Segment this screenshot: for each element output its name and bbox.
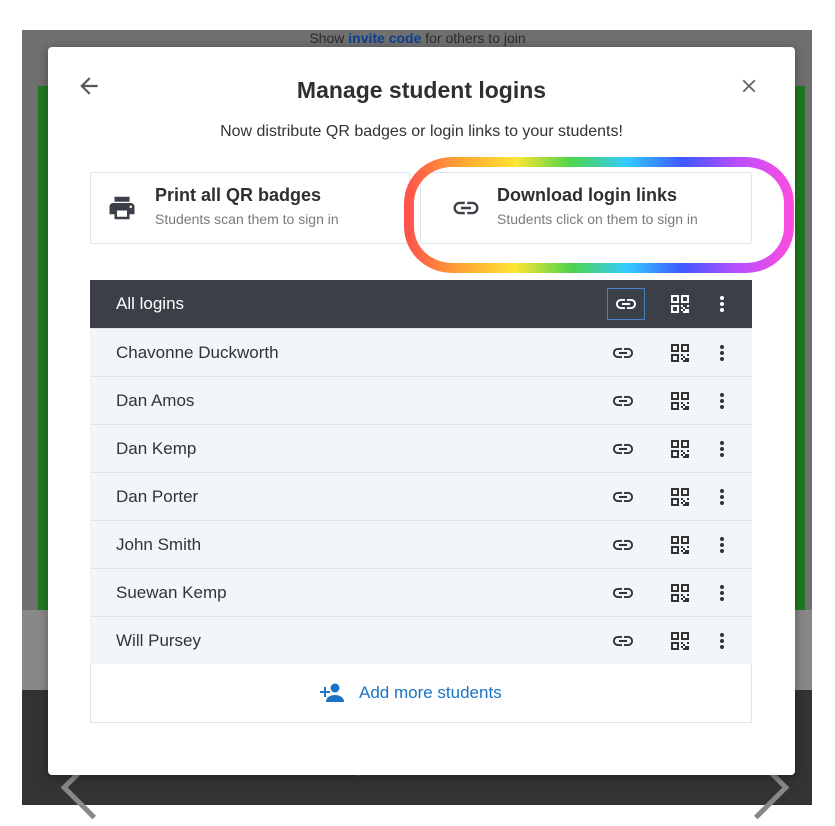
table-row: Dan Amos — [90, 376, 752, 424]
background-green-bar — [38, 86, 48, 658]
row-link-icon[interactable] — [610, 485, 636, 509]
student-name: Chavonne Duckworth — [116, 343, 279, 362]
row-qr-code-icon[interactable] — [668, 581, 692, 605]
table-row: Dan Porter — [90, 472, 752, 520]
student-name: Dan Kemp — [116, 439, 197, 458]
table-row: Will Pursey — [90, 616, 752, 664]
row-more-icon[interactable] — [714, 485, 730, 509]
header-qr-code-icon[interactable] — [668, 292, 692, 316]
row-more-icon[interactable] — [714, 437, 730, 461]
table-header-row: All logins — [90, 280, 752, 328]
download-login-links-button[interactable]: Download login links Students click on t… — [420, 172, 752, 244]
background-top — [0, 0, 835, 30]
row-link-icon[interactable] — [610, 581, 636, 605]
table-row: John Smith — [90, 520, 752, 568]
table-row: Dan Kemp — [90, 424, 752, 472]
link-icon — [449, 193, 479, 223]
add-more-students-label: Add more students — [359, 683, 502, 702]
invite-hint-prefix: Show — [309, 30, 349, 46]
invite-code-link[interactable]: invite code — [348, 30, 421, 46]
table-row: Chavonne Duckworth — [90, 328, 752, 376]
header-more-icon[interactable] — [714, 292, 730, 316]
background-green-bar — [795, 86, 805, 658]
printer-icon — [107, 193, 137, 223]
row-link-icon[interactable] — [610, 629, 636, 653]
student-name: Dan Amos — [116, 391, 195, 410]
print-qr-badges-button[interactable]: Print all QR badges Students scan them t… — [90, 172, 410, 244]
row-more-icon[interactable] — [714, 629, 730, 653]
row-more-icon[interactable] — [714, 389, 730, 413]
row-qr-code-icon[interactable] — [668, 389, 692, 413]
add-more-students-button[interactable]: Add more students — [90, 664, 752, 723]
row-link-icon[interactable] — [610, 533, 636, 557]
invite-hint-suffix: for others to join — [421, 30, 526, 46]
print-card-desc: Students scan them to sign in — [155, 211, 339, 227]
modal-title: Manage student logins — [296, 77, 547, 103]
add-person-icon — [319, 682, 345, 704]
invite-hint: Show invite code for others to join — [0, 30, 835, 46]
row-qr-code-icon[interactable] — [668, 533, 692, 557]
download-card-desc: Students click on them to sign in — [497, 211, 698, 227]
row-link-icon[interactable] — [610, 389, 636, 413]
row-link-icon[interactable] — [610, 341, 636, 365]
row-qr-code-icon[interactable] — [668, 341, 692, 365]
student-name: Suewan Kemp — [116, 583, 227, 602]
row-link-icon[interactable] — [610, 437, 636, 461]
header-link-icon[interactable] — [607, 288, 645, 320]
modal-subtitle: Now distribute QR badges or login links … — [220, 123, 623, 140]
row-more-icon[interactable] — [714, 581, 730, 605]
student-name: Will Pursey — [116, 631, 202, 650]
logins-table: All logins Chavonne Duckworth Dan Amos Dan… — [90, 280, 752, 723]
row-more-icon[interactable] — [714, 533, 730, 557]
table-header-label: All logins — [116, 294, 185, 313]
print-card-title: Print all QR badges — [155, 185, 322, 205]
row-qr-code-icon[interactable] — [668, 629, 692, 653]
student-name: Dan Porter — [116, 487, 199, 506]
row-qr-code-icon[interactable] — [668, 437, 692, 461]
row-qr-code-icon[interactable] — [668, 485, 692, 509]
manage-logins-modal: Manage student logins Now distribute QR … — [48, 47, 795, 775]
download-card-title: Download login links — [497, 185, 677, 205]
row-more-icon[interactable] — [714, 341, 730, 365]
student-name: John Smith — [116, 535, 202, 554]
table-row: Suewan Kemp — [90, 568, 752, 616]
